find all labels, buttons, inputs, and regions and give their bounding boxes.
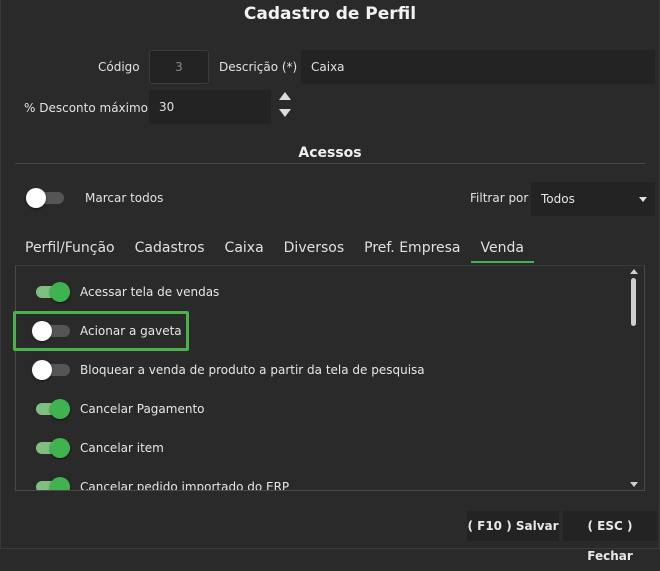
chevron-down-icon [639, 197, 647, 202]
descricao-label: Descrição (*) [219, 60, 298, 74]
codigo-field[interactable] [149, 50, 209, 84]
marcar-todos-toggle[interactable] [26, 188, 66, 208]
scroll-down-icon[interactable] [630, 482, 638, 487]
filtrar-label: Filtrar por [470, 191, 529, 205]
toggle-knob [50, 399, 70, 419]
permission-label: Bloquear a venda de produto a partir da … [80, 363, 425, 377]
decrement-arrow-icon[interactable] [279, 109, 291, 117]
tab-perfil-fun-o[interactable]: Perfil/Função [15, 234, 125, 262]
permission-toggle[interactable] [32, 399, 72, 419]
toggle-knob [26, 188, 46, 208]
permission-tabs: Perfil/Função Cadastros Caixa Diversos Pref.… [15, 234, 535, 264]
permission-row: Bloquear a venda de produto a partir da … [16, 359, 616, 381]
permission-label: Acessar tela de vendas [80, 285, 220, 299]
toggle-knob [50, 477, 70, 490]
filtrar-select[interactable]: Todos [531, 182, 655, 216]
permission-row: Cancelar Pagamento [16, 398, 616, 420]
desconto-label: % Desconto máximo [24, 101, 149, 115]
permission-label: Cancelar pedido importado do ERP [80, 480, 290, 491]
save-button[interactable]: ( F10 ) Salvar [467, 511, 559, 541]
tab-pref-empresa[interactable]: Pref. Empresa [354, 234, 470, 262]
profile-dialog: Cadastro de Perfil Código Descrição (*) … [0, 0, 660, 563]
acessos-heading: Acessos [298, 145, 362, 161]
permission-label: Cancelar Pagamento [80, 402, 205, 416]
codigo-label: Código [98, 60, 140, 74]
highlight-frame [13, 311, 189, 351]
tab-cadastros[interactable]: Cadastros [125, 234, 215, 262]
section-divider [15, 163, 645, 164]
permission-toggle[interactable] [32, 477, 72, 490]
permission-row: Cancelar item [16, 437, 616, 459]
tab-venda[interactable]: Venda [470, 234, 535, 263]
marcar-todos-label: Marcar todos [85, 191, 164, 205]
permission-label: Cancelar item [80, 441, 164, 455]
desconto-stepper [278, 90, 292, 124]
toggle-knob [50, 282, 70, 302]
permissions-list: Acessar tela de vendas Acionar a gaveta Bl… [15, 266, 645, 491]
permission-toggle[interactable] [32, 360, 72, 380]
close-button[interactable]: ( ESC ) Fechar [563, 511, 657, 563]
filtrar-selected-value: Todos [541, 192, 575, 206]
descricao-field[interactable] [301, 50, 655, 84]
tab-caixa[interactable]: Caixa [215, 234, 274, 262]
permission-row: Acessar tela de vendas [16, 281, 616, 303]
permission-toggle[interactable] [32, 438, 72, 458]
toggle-knob [50, 438, 70, 458]
permission-row: Cancelar pedido importado do ERP [16, 476, 616, 491]
dialog-title: Cadastro de Perfil [243, 4, 417, 24]
desconto-field[interactable] [149, 90, 271, 124]
tab-diversos[interactable]: Diversos [274, 234, 354, 262]
scroll-up-icon[interactable] [630, 269, 638, 274]
scroll-thumb[interactable] [631, 278, 636, 326]
toggle-knob [32, 360, 52, 380]
increment-arrow-icon[interactable] [279, 92, 291, 100]
permissions-scrollbar[interactable] [627, 266, 641, 490]
permission-toggle[interactable] [32, 282, 72, 302]
